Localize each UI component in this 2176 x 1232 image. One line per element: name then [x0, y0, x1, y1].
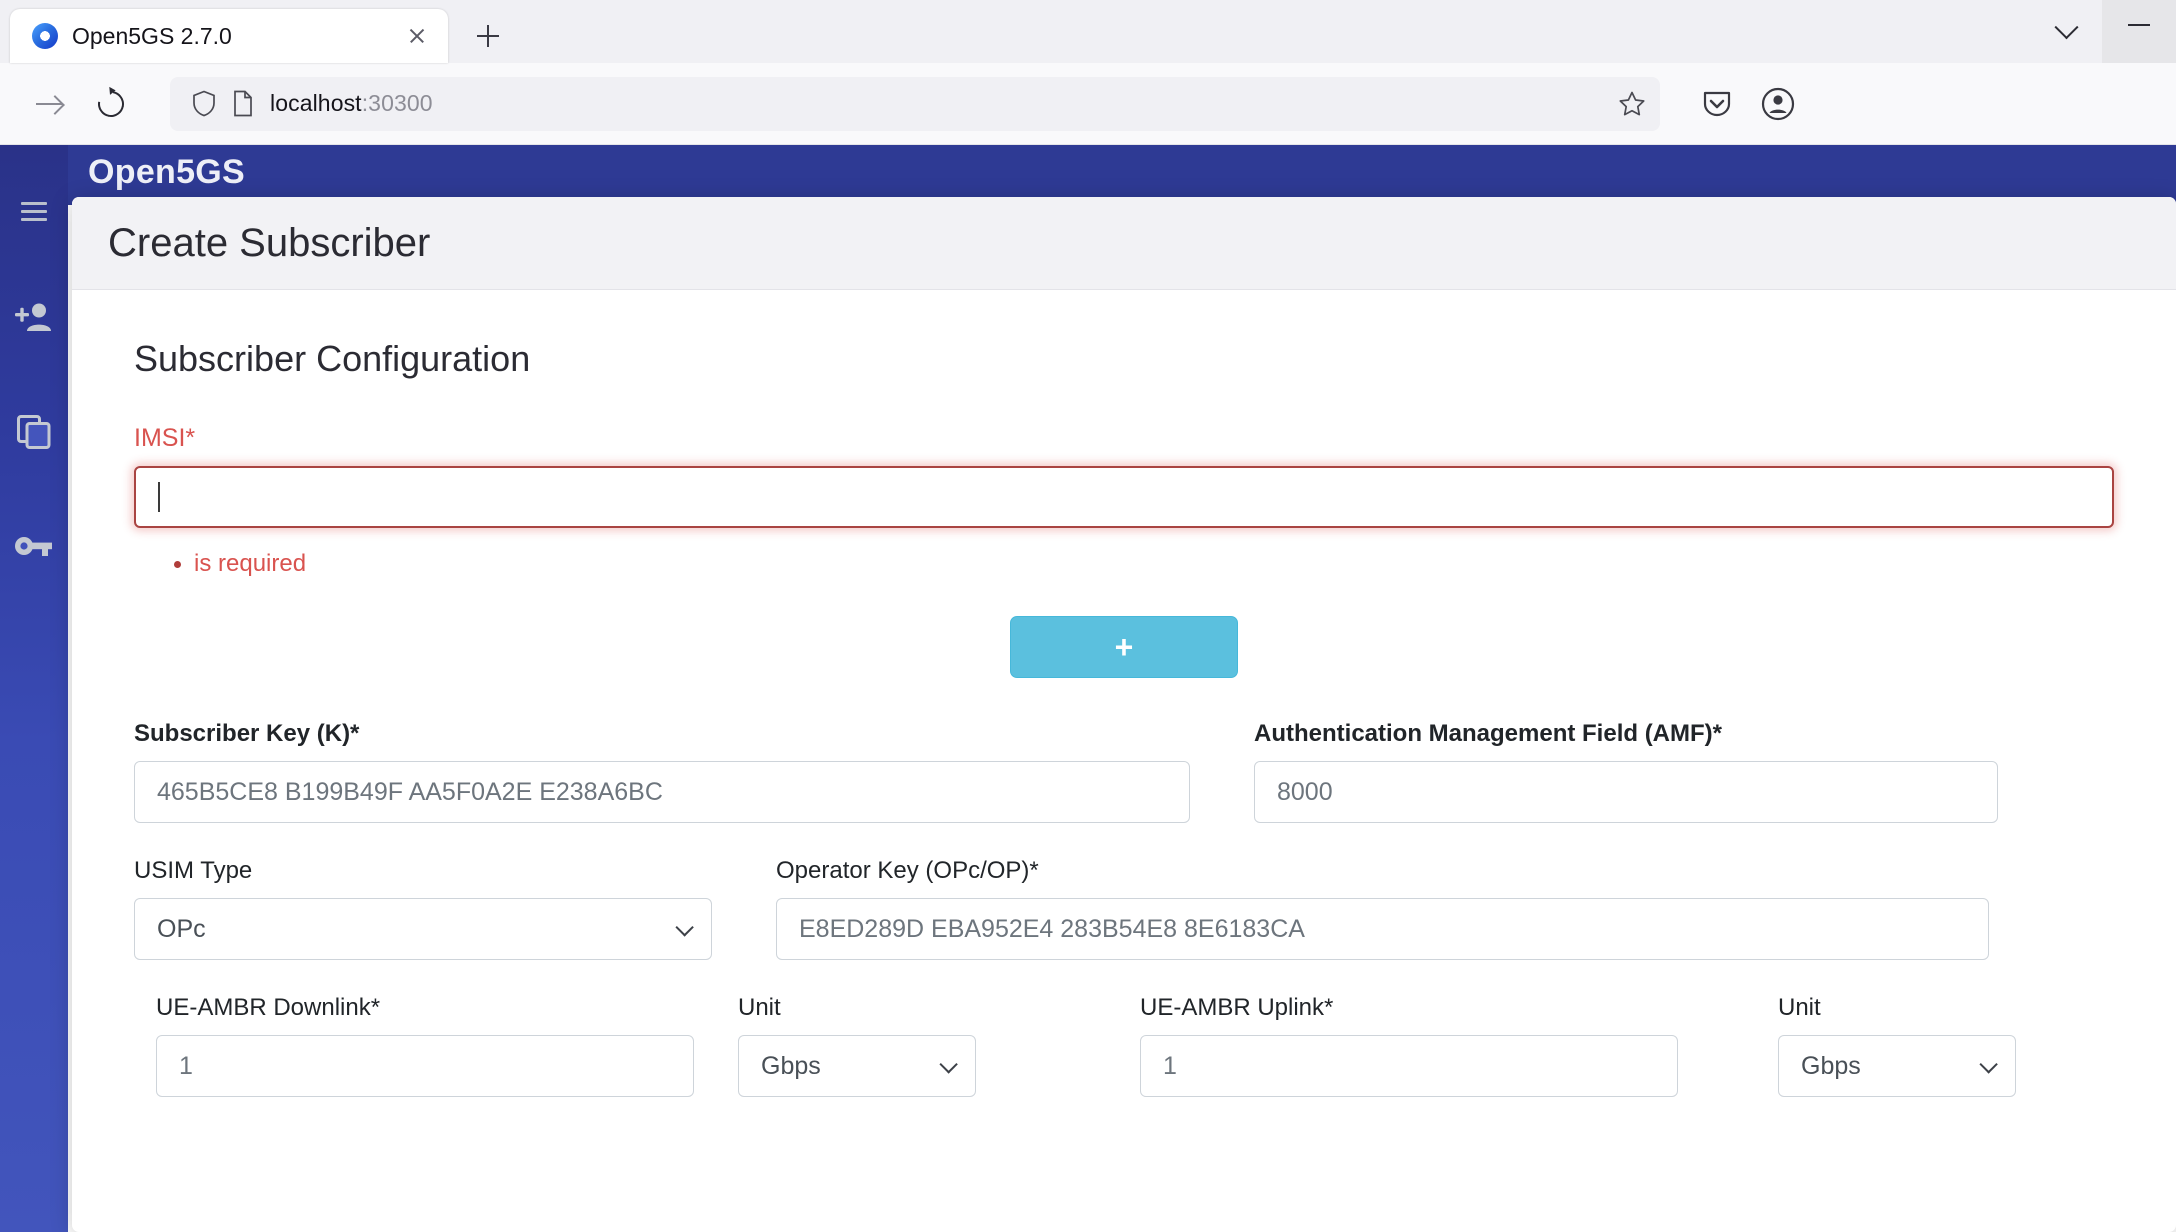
reload-icon[interactable] — [84, 77, 138, 131]
subscriber-key-label: Subscriber Key (K)* — [134, 720, 360, 747]
create-subscriber-modal: Create Subscriber Subscriber Configurati… — [72, 197, 2176, 1232]
sidebar-item-subscriber-add[interactable] — [0, 261, 68, 375]
ambr-uplink-unit-value: Gbps — [1801, 1051, 1861, 1080]
imsi-input[interactable] — [134, 466, 2114, 528]
amf-group: Authentication Management Field (AMF)* 8… — [1254, 720, 2054, 823]
ambr-downlink-input[interactable]: 1 — [156, 1035, 694, 1097]
ambr-downlink-label: UE-AMBR Downlink* — [156, 994, 381, 1021]
toolbar-right-controls — [1700, 86, 1796, 122]
bookmark-star-icon[interactable] — [1618, 90, 1646, 118]
sidebar-item-menu-toggle[interactable] — [0, 161, 68, 261]
ambr-uplink-input[interactable]: 1 — [1140, 1035, 1678, 1097]
modal-header: Create Subscriber — [72, 197, 2176, 290]
ambr-uplink-unit-group: Unit Gbps — [1778, 994, 2018, 1097]
ambr-downlink-unit-group: Unit Gbps — [738, 994, 978, 1097]
close-icon[interactable] — [400, 19, 434, 53]
sidebar-item-profiles[interactable] — [0, 375, 68, 489]
subscriber-key-input[interactable]: 465B5CE8 B199B49F AA5F0A2E E238A6BC — [134, 761, 1190, 823]
firefox-account-icon[interactable] — [1760, 86, 1796, 122]
add-user-icon — [15, 303, 51, 331]
new-tab-button[interactable] — [466, 14, 510, 58]
url-bar[interactable]: localhost:30300 — [170, 76, 1660, 131]
operator-key-group: Operator Key (OPc/OP)* E8ED289D EBA952E4… — [776, 857, 1991, 960]
sidebar-item-auth-keys[interactable] — [0, 489, 68, 603]
navigation-toolbar: localhost:30300 — [0, 63, 2176, 145]
usim-type-value: OPc — [157, 914, 206, 943]
imsi-label: IMSI* — [134, 424, 196, 452]
url-host: localhost — [270, 90, 362, 116]
app-viewport: Open5GS Create Subscriber Subscriber Con… — [0, 145, 2176, 1232]
ambr-downlink-unit-label: Unit — [738, 994, 781, 1021]
browser-window: Open5GS 2.7.0 localhost:30300 Open5GS Cr… — [0, 0, 2176, 1232]
modal-body: Subscriber Configuration IMSI* is requir… — [72, 290, 2176, 1097]
text-caret — [158, 482, 160, 512]
add-subscriber-entry-button[interactable]: + — [1010, 616, 1238, 678]
ambr-downlink-unit-select[interactable]: Gbps — [738, 1035, 976, 1097]
copy-pages-icon — [17, 415, 51, 449]
tab-strip-controls — [2030, 0, 2176, 63]
section-title: Subscriber Configuration — [134, 338, 531, 379]
ambr-uplink-label: UE-AMBR Uplink* — [1140, 994, 1334, 1021]
tab-strip: Open5GS 2.7.0 — [0, 0, 2176, 63]
window-minimize-icon[interactable] — [2102, 0, 2176, 63]
usim-type-group: USIM Type OPc — [134, 857, 714, 960]
tab-title: Open5GS 2.7.0 — [72, 22, 232, 49]
page-info-icon[interactable] — [232, 90, 254, 117]
imsi-error-message: is required — [194, 550, 2114, 578]
key-amf-row: Subscriber Key (K)* 465B5CE8 B199B49F AA… — [134, 720, 2114, 823]
amf-label: Authentication Management Field (AMF)* — [1254, 720, 1722, 747]
url-text: localhost:30300 — [270, 90, 1602, 117]
forward-arrow-icon[interactable] — [22, 77, 76, 131]
ambr-uplink-unit-label: Unit — [1778, 994, 1821, 1021]
imsi-field-group: IMSI* is required — [134, 424, 2114, 578]
ambr-uplink-group: UE-AMBR Uplink* 1 — [1140, 994, 1680, 1097]
ambr-uplink-unit-select[interactable]: Gbps — [1778, 1035, 2016, 1097]
app-sidebar — [0, 145, 68, 1232]
page-title: Create Subscriber — [108, 220, 431, 265]
list-all-tabs-chevron-icon[interactable] — [2030, 0, 2102, 63]
usim-type-select[interactable]: OPc — [134, 898, 712, 960]
chevron-down-icon — [1979, 1054, 1998, 1074]
key-icon — [15, 537, 52, 556]
subscriber-key-group: Subscriber Key (K)* 465B5CE8 B199B49F AA… — [134, 720, 1194, 823]
imsi-error-list: is required — [176, 550, 2114, 578]
browser-tab[interactable]: Open5GS 2.7.0 — [10, 9, 448, 63]
ambr-row: UE-AMBR Downlink* 1 Unit Gbps UE-AMBR Up… — [134, 994, 2114, 1097]
usim-type-label: USIM Type — [134, 857, 253, 884]
open5gs-logo-icon — [32, 23, 58, 49]
url-port: :30300 — [361, 90, 433, 116]
ambr-downlink-unit-value: Gbps — [761, 1051, 821, 1080]
usim-operator-row: USIM Type OPc Operator Key (OPc/OP)* E8E… — [134, 857, 2114, 960]
app-brand-title: Open5GS — [88, 153, 246, 191]
chevron-down-icon — [675, 917, 694, 937]
app-top-bar: Open5GS — [68, 145, 2176, 205]
hamburger-menu-icon — [21, 197, 47, 226]
add-row: + — [134, 616, 2114, 678]
save-to-pocket-icon[interactable] — [1700, 87, 1734, 121]
operator-key-label: Operator Key (OPc/OP)* — [776, 857, 1039, 884]
tracking-protection-shield-icon[interactable] — [192, 90, 216, 117]
amf-input[interactable]: 8000 — [1254, 761, 1998, 823]
operator-key-input[interactable]: E8ED289D EBA952E4 283B54E8 8E6183CA — [776, 898, 1989, 960]
ambr-downlink-group: UE-AMBR Downlink* 1 — [156, 994, 696, 1097]
chevron-down-icon — [939, 1054, 958, 1074]
